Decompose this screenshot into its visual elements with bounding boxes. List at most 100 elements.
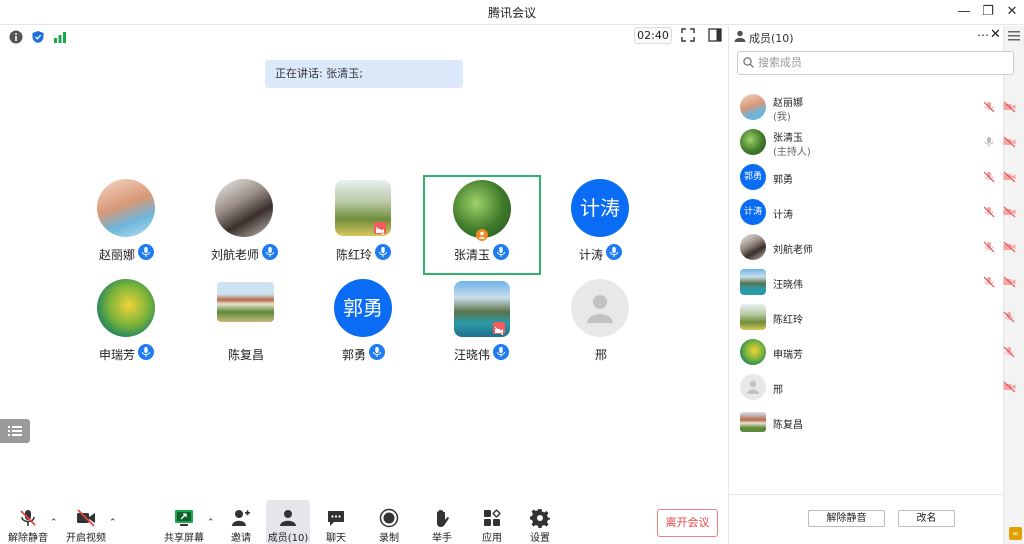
- members-panel-title: 成员(10): [749, 32, 794, 45]
- restore-button[interactable]: ❐: [976, 2, 1000, 22]
- mic-muted-icon[interactable]: [983, 206, 995, 218]
- member-search-input[interactable]: 搜索成员: [737, 51, 1014, 75]
- participant-name: 赵丽娜: [99, 248, 136, 262]
- leave-meeting-button[interactable]: 离开会议: [657, 509, 718, 537]
- participant-name: 邢: [595, 348, 608, 362]
- participant-name: 刘航老师: [211, 248, 260, 262]
- member-name: 陈红玲: [773, 315, 803, 326]
- member-name: 赵丽娜: [773, 98, 803, 109]
- speaking-indicator: 正在讲话: 张清玉;: [265, 60, 463, 88]
- list-icon: [8, 426, 22, 436]
- mic-muted-icon[interactable]: [1003, 346, 1015, 358]
- close-panel-button[interactable]: ✕: [990, 27, 1001, 42]
- member-row[interactable]: 邢: [740, 374, 1020, 406]
- list-toggle-button[interactable]: [0, 419, 30, 443]
- window-title: 腾讯会议: [487, 6, 536, 20]
- participant-name: 申瑞芳: [99, 348, 136, 362]
- person-icon: [747, 380, 759, 394]
- gear-icon: [530, 509, 550, 528]
- share-options-caret[interactable]: ⌃: [207, 518, 215, 528]
- person-icon: [587, 295, 613, 323]
- video-off-icon: [77, 509, 95, 527]
- mic-muted-icon[interactable]: [983, 276, 995, 288]
- mic-muted-icon[interactable]: [1003, 311, 1015, 323]
- member-row[interactable]: 申瑞芳: [740, 339, 1020, 371]
- video-off-icon[interactable]: [1003, 276, 1016, 288]
- video-off-icon[interactable]: [1003, 206, 1016, 218]
- member-row[interactable]: 陈复昌: [740, 409, 1020, 441]
- member-row[interactable]: 赵丽娜 (我): [740, 94, 1020, 126]
- video-off-icon[interactable]: [1003, 171, 1016, 183]
- video-options-caret[interactable]: ⌃: [109, 518, 117, 528]
- fullscreen-icon[interactable]: [681, 28, 695, 42]
- search-icon: [743, 57, 754, 68]
- member-row[interactable]: 郭勇 郭勇: [740, 164, 1020, 196]
- close-window-button[interactable]: ✕: [1000, 2, 1024, 22]
- mic-glyph-icon: [497, 347, 505, 357]
- member-name: 张清玉: [773, 133, 803, 144]
- participant-name: 汪晓伟: [454, 348, 491, 362]
- member-name: 郭勇: [773, 175, 793, 186]
- record-button[interactable]: 录制: [367, 500, 411, 544]
- minimize-button[interactable]: —: [952, 2, 976, 22]
- video-off-icon[interactable]: [1003, 101, 1016, 113]
- participant-name: 陈红玲: [336, 248, 373, 262]
- member-row[interactable]: 陈红玲: [740, 304, 1020, 336]
- raise-hand-button[interactable]: 举手: [420, 500, 464, 544]
- info-icon[interactable]: [9, 30, 23, 44]
- unmute-all-button[interactable]: 解除静音: [808, 510, 885, 527]
- avatar-photo-parrot: [97, 279, 155, 337]
- member-row[interactable]: 刘航老师: [740, 234, 1020, 266]
- mic-muted-icon[interactable]: [983, 171, 995, 183]
- avatar-text: 计涛: [571, 179, 629, 237]
- mic-glyph-icon: [497, 247, 505, 257]
- video-grid-area: [0, 48, 728, 498]
- mic-muted-icon: [20, 510, 36, 526]
- mic-glyph-icon: [610, 247, 618, 257]
- members-icon: [280, 510, 296, 526]
- shield-icon[interactable]: [31, 30, 45, 44]
- app-logo-icon: ∞: [1009, 527, 1022, 540]
- mic-icon: [262, 244, 278, 260]
- avatar-photo-woman: [740, 234, 766, 260]
- avatar-photo-field: [740, 304, 766, 330]
- signal-icon[interactable]: [53, 30, 67, 44]
- participant-name: 张清玉: [454, 248, 491, 262]
- layout-toggle-icon[interactable]: [708, 28, 722, 42]
- more-options-button[interactable]: ⋯: [977, 28, 989, 42]
- member-row[interactable]: 汪晓伟: [740, 269, 1020, 301]
- status-bar: [0, 26, 728, 48]
- avatar-photo-leaves: [740, 129, 766, 155]
- chat-button[interactable]: 聊天: [314, 500, 358, 544]
- record-icon: [379, 508, 399, 528]
- member-row[interactable]: 计涛 计涛: [740, 199, 1020, 231]
- members-panel-header: 成员(10) ⋯ ✕: [729, 26, 1007, 48]
- start-video-button[interactable]: 开启视频: [64, 500, 108, 544]
- share-screen-button[interactable]: 共享屏幕: [162, 500, 206, 544]
- member-name: 陈复昌: [773, 420, 803, 431]
- member-name: 汪晓伟: [773, 280, 803, 291]
- mic-glyph-icon: [379, 247, 387, 257]
- member-name: 刘航老师: [773, 245, 813, 256]
- hand-icon: [437, 509, 449, 527]
- member-name: 申瑞芳: [773, 350, 803, 361]
- mic-muted-icon[interactable]: [983, 241, 995, 253]
- mic-glyph-icon: [142, 347, 150, 357]
- member-row[interactable]: 张清玉 (主持人): [740, 129, 1020, 161]
- chat-icon: [328, 511, 344, 526]
- mic-muted-icon[interactable]: [983, 101, 995, 113]
- meeting-timer: 02:40: [634, 27, 672, 44]
- unmute-button[interactable]: 解除静音: [6, 500, 50, 544]
- video-off-icon[interactable]: [1003, 136, 1016, 148]
- member-role: (我): [773, 112, 791, 123]
- video-off-icon[interactable]: [1003, 241, 1016, 253]
- audio-options-caret[interactable]: ⌃: [50, 518, 58, 528]
- participant-name: 郭勇: [342, 348, 367, 362]
- video-off-glyph-icon: [494, 326, 504, 336]
- video-off-badge-icon: [493, 322, 505, 336]
- menu-icon[interactable]: [1008, 31, 1020, 41]
- rename-button[interactable]: 改名: [898, 510, 955, 527]
- video-off-icon[interactable]: [1003, 381, 1016, 393]
- mic-icon[interactable]: [983, 136, 995, 148]
- settings-button[interactable]: 设置: [518, 500, 562, 544]
